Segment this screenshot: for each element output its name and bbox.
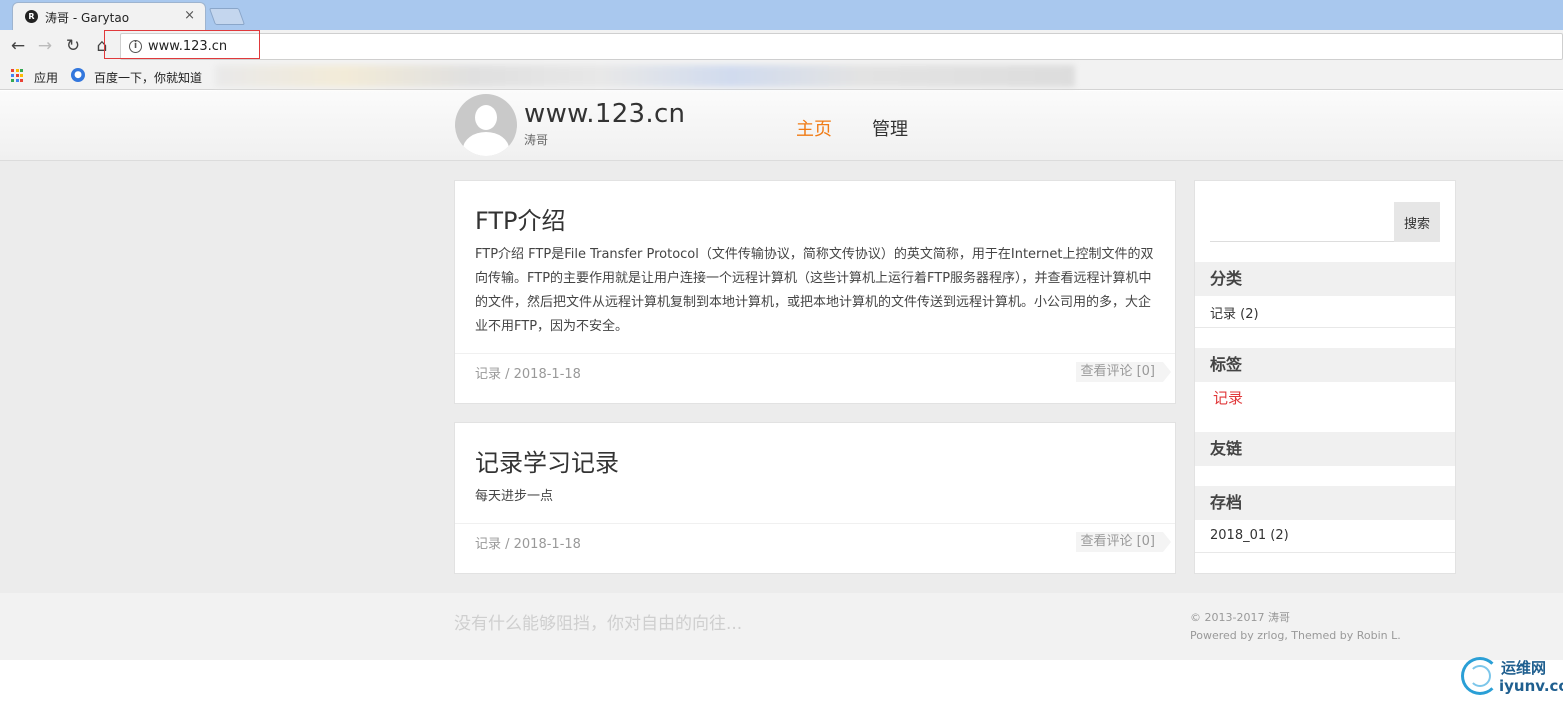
address-bar[interactable]: i www.123.cn [120,33,1563,60]
watermark-logo: 运维网 iyunv.com [1459,655,1563,701]
footer-copyright: © 2013-2017 涛哥 Powered by zrlog, Themed … [1190,609,1401,645]
site-favicon-icon: R [25,10,38,23]
post-footer: 记录 / 2018-1-18 查看评论 [0] [455,523,1175,573]
tags-heading: 标签 [1195,348,1455,382]
bookmark-apps[interactable]: 应用 [34,69,58,86]
bookmarks-bar: 应用 ● 百度一下，你就知道 [0,63,1563,90]
site-subtitle: 涛哥 [524,133,549,147]
post-card: FTP介绍 FTP介绍 FTP是File Transfer Protocol（文… [454,180,1176,404]
archive-heading: 存档 [1195,486,1455,520]
forward-arrow-icon[interactable]: → [34,35,56,57]
back-arrow-icon[interactable]: ← [7,35,29,57]
new-tab-button[interactable] [208,8,246,25]
nav-home[interactable]: 主页 [796,115,832,141]
avatar [455,94,517,156]
categories-heading: 分类 [1195,262,1455,296]
watermark-cn: 运维网 [1501,659,1547,677]
search-button[interactable]: 搜索 [1394,202,1440,242]
site-header: www.123.cn 涛哥 主页 管理 [0,91,1563,161]
divider [1195,552,1455,553]
post-meta[interactable]: 记录 / 2018-1-18 [475,363,581,382]
watermark-en: iyunv.com [1499,677,1563,695]
watermark-swirl-inner [1469,665,1491,687]
apps-grid-icon[interactable] [11,69,24,82]
site-footer: 没有什么能够阻挡，你对自由的向往... © 2013-2017 涛哥 Power… [0,593,1563,660]
powered-by-text[interactable]: Powered by zrlog, Themed by Robin L. [1190,627,1401,645]
footer-motto: 没有什么能够阻挡，你对自由的向往... [454,614,743,634]
view-comments-link[interactable]: 查看评论 [0] [1076,532,1171,552]
post-title[interactable]: 记录学习记录 [475,443,619,478]
post-excerpt: 每天进步一点 [475,489,554,504]
search-input[interactable] [1210,202,1395,242]
browser-tab[interactable]: R 涛哥 - Garytao × [12,2,206,30]
nav-manage[interactable]: 管理 [872,115,908,141]
url-highlight-box [104,30,260,59]
post-meta[interactable]: 记录 / 2018-1-18 [475,533,581,552]
sidebar: 搜索 分类 记录 (2) 标签 记录 友链 存档 2018_01 (2) [1194,180,1456,574]
divider [1195,327,1455,328]
blurred-bookmarks [215,65,1075,87]
archive-item[interactable]: 2018_01 (2) [1210,528,1289,543]
tab-title: 涛哥 - Garytao [45,11,130,25]
browser-tab-bar: R 涛哥 - Garytao × [0,0,1563,30]
post-title[interactable]: FTP介绍 [475,201,566,236]
post-card: 记录学习记录 每天进步一点 记录 / 2018-1-18 查看评论 [0] [454,422,1176,574]
category-item[interactable]: 记录 (2) [1210,303,1259,322]
copyright-text: © 2013-2017 涛哥 [1190,611,1290,624]
post-footer: 记录 / 2018-1-18 查看评论 [0] [455,353,1175,403]
tag-item[interactable]: 记录 [1213,387,1243,408]
post-excerpt: FTP介绍 FTP是File Transfer Protocol（文件传输协议，… [475,247,1154,334]
reload-icon[interactable]: ↻ [62,35,84,57]
tab-close-icon[interactable]: × [184,8,195,23]
baidu-paw-icon: ● [71,68,85,82]
bookmark-baidu[interactable]: 百度一下，你就知道 [94,69,202,86]
browser-toolbar: ← → ↻ ⌂ i www.123.cn [0,30,1563,63]
view-comments-link[interactable]: 查看评论 [0] [1076,362,1171,382]
site-title[interactable]: www.123.cn [524,99,685,129]
links-heading: 友链 [1195,432,1455,466]
